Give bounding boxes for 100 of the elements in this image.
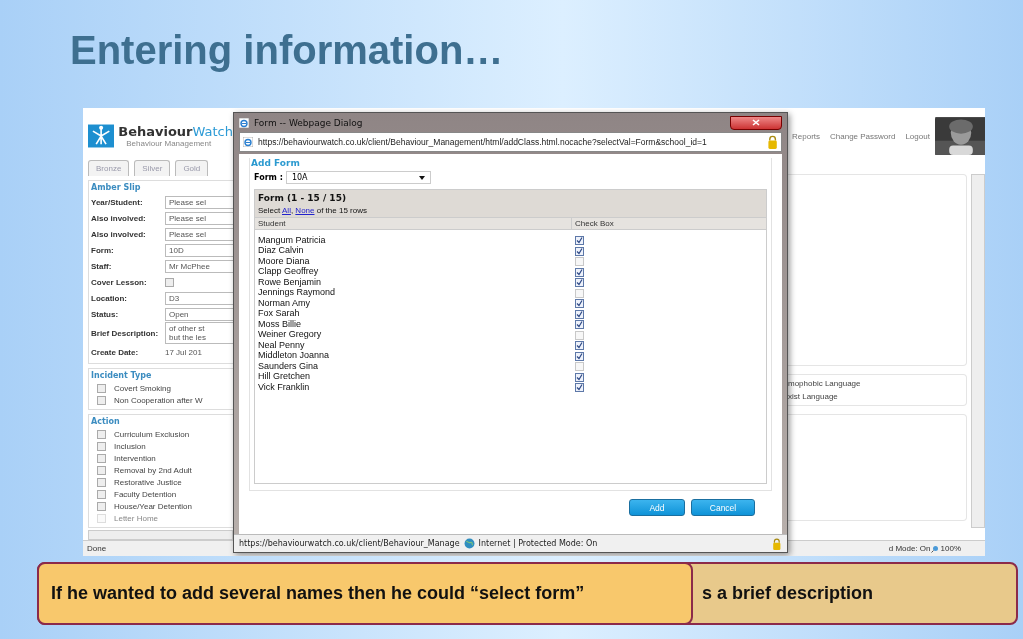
column-header: Check Box (571, 218, 766, 229)
checkbox-label: Covert Smoking (114, 383, 171, 393)
table-cell-text: Diaz Calvin (257, 245, 305, 255)
globe-icon (463, 538, 475, 549)
column-header: Student (257, 218, 287, 229)
logo-name: BehaviourWatch (118, 124, 233, 139)
checkbox[interactable] (97, 477, 106, 487)
section-title: Amber Slip (91, 183, 142, 192)
checkbox[interactable] (97, 395, 106, 405)
section-title: Incident Type (91, 371, 153, 380)
checkbox-label: Inclusion (114, 441, 146, 451)
checkbox[interactable] (575, 236, 584, 245)
checkbox[interactable] (575, 383, 584, 392)
grid-title: Form (1 - 15 / 15) (258, 193, 347, 203)
checkbox-label: House/Year Detention (114, 501, 192, 511)
table-cell-text: Mangum Patricia (257, 234, 327, 245)
checkbox-label: Faculty Detention (114, 489, 177, 499)
table-cell-text: Weiner Gregory (257, 329, 323, 339)
table-cell-text: Vick Franklin (257, 381, 311, 392)
input-field[interactable]: Open (165, 307, 233, 321)
table-cell-text: Saunders Gina (257, 360, 320, 371)
select-field[interactable]: 10A (285, 171, 431, 184)
table-cell-text: Jennings Raymond (257, 287, 337, 297)
select-field[interactable]: Please sel (165, 195, 233, 209)
checkbox[interactable] (575, 320, 584, 329)
checkbox-label: Curriculum Exclusion (114, 429, 190, 439)
select-field[interactable]: Please sel (165, 227, 233, 241)
checkbox-label: Restorative Justice (114, 477, 182, 487)
table-cell-text: Clapp Geoffrey (257, 266, 320, 276)
nav-link[interactable]: Change Password (830, 131, 896, 141)
close-button[interactable] (730, 115, 782, 130)
field-label: Status: (91, 309, 120, 319)
checkbox[interactable] (97, 441, 106, 451)
lock-icon (766, 135, 778, 149)
checkbox-label: mophobic Language (788, 379, 862, 388)
field-label: Also involved: (91, 213, 147, 223)
checkbox[interactable] (97, 465, 106, 475)
input-field[interactable]: D3 (165, 291, 233, 305)
status-zone: Internet | Protected Mode: On (478, 539, 598, 548)
logo-tagline: Behaviour Management (125, 139, 213, 148)
zoom-icon (930, 544, 939, 553)
checkbox[interactable] (165, 277, 174, 287)
lock-icon (772, 537, 782, 550)
section-title: Action (91, 417, 121, 426)
checkbox[interactable] (575, 351, 584, 361)
checkbox-label: Non Cooperation after W (114, 395, 203, 405)
field-label: Brief Description: (91, 328, 160, 338)
checkbox-label: xist Language (788, 392, 839, 401)
checkbox[interactable] (97, 383, 106, 393)
field-label: Create Date: (91, 347, 140, 357)
table-cell-text: Moss Billie (257, 318, 302, 329)
checkbox[interactable] (575, 246, 584, 256)
input-field[interactable]: 10D (165, 243, 233, 257)
checkbox[interactable] (575, 299, 584, 308)
select-field[interactable]: Please sel (165, 211, 233, 225)
checkbox[interactable] (575, 267, 584, 277)
input-field[interactable]: Mr McPhee (165, 259, 233, 273)
table-cell-text: Rowe Benjamin (257, 276, 323, 287)
select-text: Select All, None of the 15 rows (258, 206, 368, 215)
checkbox[interactable] (575, 278, 584, 287)
field-label: Also involved: (91, 229, 147, 239)
nav-link[interactable]: Logout (905, 131, 930, 141)
date-value: 17 Jul 201 (165, 347, 202, 357)
table-cell-text: Hill Gretchen (257, 371, 312, 381)
checkbox[interactable] (97, 489, 106, 499)
zoom-level[interactable]: 100% (940, 544, 961, 553)
caption-text: s a brief description (702, 583, 874, 604)
checkbox[interactable] (575, 372, 584, 382)
close-icon (752, 119, 760, 126)
checkbox[interactable] (575, 341, 584, 350)
field-label: Location: (91, 293, 128, 303)
section-title: Add Form (251, 158, 301, 168)
checkbox[interactable] (575, 309, 584, 319)
table-cell-text: Fox Sarah (257, 308, 301, 318)
table-cell-text: Moore Diana (257, 255, 311, 266)
table-cell-text: Norman Amy (257, 297, 311, 308)
browser-icon (243, 137, 253, 147)
slide-title: Entering information… (70, 28, 505, 74)
checkbox[interactable] (97, 429, 106, 439)
table-cell-text: Neal Penny (257, 339, 306, 350)
checkbox-label: Intervention (114, 453, 156, 463)
status-url: https://behaviourwatch.co.uk/client/Behaviour_Manage (239, 539, 460, 548)
checkbox-label: Letter Home (114, 513, 159, 523)
logo-icon (88, 122, 115, 150)
checkbox[interactable] (97, 501, 106, 511)
none-link[interactable]: None (295, 206, 315, 215)
table-cell-text: Middleton Joanna (257, 350, 331, 360)
status-text: Done (87, 544, 107, 553)
caret-icon (418, 175, 425, 180)
all-link[interactable]: All (282, 206, 291, 215)
field-label: Form: (91, 245, 115, 255)
field-label: Year/Student: (91, 197, 144, 207)
field-label: Cover Lesson: (91, 277, 148, 287)
checkbox[interactable] (97, 453, 106, 463)
caption-text: If he wanted to add several names then he could “select form” (51, 583, 585, 604)
url-text: https://behaviourwatch.co.uk/client/Behaviour_Management/html/addClass.html.nocache?selectVal=Form&school_id=1 (258, 137, 708, 147)
status-text: d Mode: On (888, 544, 931, 553)
browser-icon (239, 117, 249, 128)
nav-link[interactable]: Reports (792, 131, 820, 141)
field-label: Form : (254, 173, 283, 182)
